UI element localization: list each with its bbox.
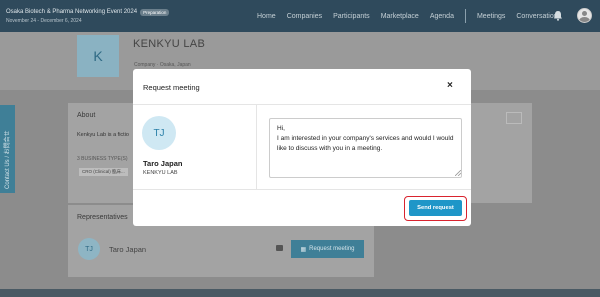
close-icon[interactable]: × [447,80,453,91]
nav-agenda[interactable]: Agenda [430,13,454,20]
recipient-company: KENKYU LAB [143,170,178,176]
event-dates: November 24 - December 6, 2024 [6,17,82,24]
contact-us-label: Contact Us / お問合せ [5,130,11,189]
event-title: Osaka Biotech & Pharma Networking Event … [6,9,138,15]
user-avatar[interactable] [577,8,592,23]
main-nav: Home Companies Participants Marketplace … [257,0,561,32]
request-meeting-label: Request meeting [309,246,355,252]
about-text: Kenkyu Lab is a fictio [77,132,129,138]
chart-icon [506,112,522,124]
rep-avatar[interactable]: TJ [78,238,100,260]
company-logo: K [77,35,119,77]
message-input[interactable]: Hi, I am interested in your company's se… [269,118,462,178]
rep-name[interactable]: Taro Japan [109,245,146,254]
recipient-avatar: TJ [142,116,176,150]
business-types-label: 3 BUSINESS TYPE(S) [77,156,128,162]
nav-meetings[interactable]: Meetings [477,13,505,20]
send-request-button[interactable]: Send request [409,200,462,216]
recipient-name: Taro Japan [143,159,183,168]
company-name: KENKYU LAB [133,38,206,50]
bell-icon[interactable] [553,10,563,21]
modal-title: Request meeting [143,83,200,92]
nav-divider [464,9,466,23]
request-meeting-button[interactable]: ▦ Request meeting [291,240,364,258]
nav-home[interactable]: Home [257,13,276,20]
top-navbar: Osaka Biotech & Pharma Networking Event … [0,0,600,32]
about-title: About [77,112,96,119]
footer-strip [0,289,600,297]
event-info[interactable]: Osaka Biotech & Pharma Networking Event … [0,8,240,24]
resize-handle-icon[interactable] [455,170,461,176]
company-meta: Company · Osaka, Japan [134,62,191,68]
modal-footer-divider [133,189,471,190]
event-status-badge: Preparation [140,8,170,16]
contact-us-tab[interactable]: Contact Us / お問合せ [0,105,15,193]
nav-marketplace[interactable]: Marketplace [381,13,419,20]
calendar-icon: ▦ [300,246,307,253]
recipient-panel: TJ Taro Japan KENKYU LAB [133,105,257,189]
nav-companies[interactable]: Companies [287,13,322,20]
representatives-title: Representatives [77,214,128,221]
nav-participants[interactable]: Participants [333,13,370,20]
business-tag: CRO (Clinical) 臨床... [79,168,128,176]
chat-icon[interactable] [276,245,283,251]
modal-header: Request meeting × [133,69,471,105]
